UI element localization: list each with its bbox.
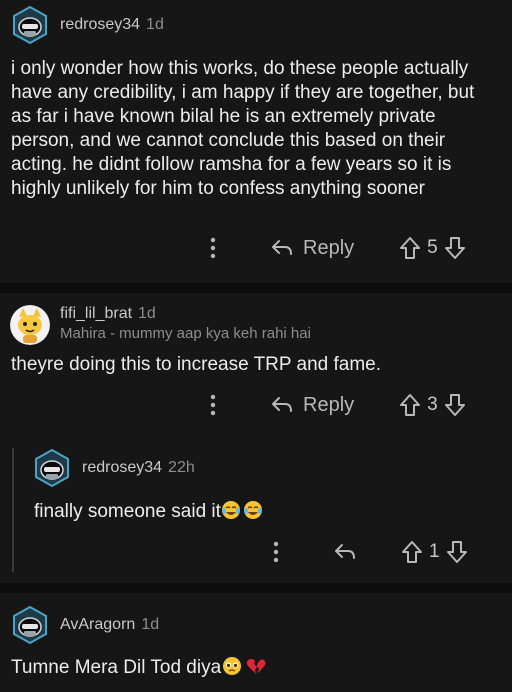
reply-button[interactable]	[334, 542, 356, 562]
upvote-arrow-icon[interactable]	[399, 393, 421, 417]
comment-body: i only wonder how this works, do these p…	[11, 58, 475, 199]
username[interactable]: redrosey34	[60, 16, 140, 34]
user-flair: Mahira - mummy aap kya keh rahi hai	[60, 325, 311, 342]
comment-actions: Reply 5	[205, 236, 466, 260]
comment-header: redrosey34 1d	[10, 5, 164, 45]
reply-button[interactable]: Reply	[271, 394, 354, 417]
cat-avatar-icon	[10, 305, 50, 345]
reply-arrow-icon	[272, 240, 292, 255]
thread-line[interactable]	[12, 448, 14, 572]
timestamp: 1d	[141, 616, 160, 633]
pleading-face-and-broken-heart-emoji-icon	[221, 656, 267, 683]
downvote-arrow-icon[interactable]	[444, 236, 466, 260]
comment-header: fifi_lil_brat 1d Mahira - mummy aap kya …	[10, 305, 311, 345]
username[interactable]: fifi_lil_brat	[60, 305, 132, 323]
comment-body-text: Tumne Mera Dil Tod diya	[11, 657, 222, 678]
snoo-helmet-avatar-icon	[35, 448, 69, 488]
timestamp: 1d	[138, 305, 156, 322]
vote-score: 1	[429, 541, 440, 562]
vertical-dots-icon	[273, 541, 279, 563]
header-text: fifi_lil_brat 1d Mahira - mummy aap kya …	[60, 305, 311, 342]
vote-controls: 1	[401, 540, 468, 564]
upvote-arrow-icon[interactable]	[399, 236, 421, 260]
comment-separator	[0, 583, 512, 593]
comment-body: theyre doing this to increase TRP and fa…	[11, 354, 382, 375]
reply-arrow-icon	[335, 544, 355, 559]
comment-header: AvAragorn 1d	[10, 605, 159, 645]
reply-header: redrosey34 22h	[32, 448, 195, 488]
downvote-arrow-icon[interactable]	[446, 540, 468, 564]
snoo-helmet-avatar-icon	[13, 605, 47, 645]
avatar[interactable]	[10, 305, 50, 345]
vote-score: 5	[427, 237, 438, 258]
reply-body-text: finally someone said it	[34, 501, 221, 522]
comment-fifi-lil-brat: fifi_lil_brat 1d Mahira - mummy aap kya …	[0, 293, 512, 583]
comment-redrosey34-top: redrosey34 1d i only wonder how this wor…	[0, 0, 512, 283]
name-row: fifi_lil_brat 1d	[60, 305, 311, 323]
snoo-helmet-avatar-icon	[13, 5, 47, 45]
vote-controls: 3	[399, 393, 466, 417]
more-options-button[interactable]	[268, 541, 284, 563]
username[interactable]: AvAragorn	[60, 616, 135, 634]
comment-avaragorn: AvAragorn 1d Tumne Mera Dil Tod diya	[0, 593, 512, 692]
more-options-button[interactable]	[205, 394, 221, 416]
upvote-arrow-icon[interactable]	[401, 540, 423, 564]
avatar[interactable]	[32, 448, 72, 488]
timestamp: 22h	[168, 459, 195, 476]
avatar[interactable]	[10, 5, 50, 45]
vote-controls: 5	[399, 236, 466, 260]
comment-body: Tumne Mera Dil Tod diya	[11, 656, 487, 683]
reply-arrow-icon	[272, 397, 292, 412]
tears-of-joy-emoji-icon	[221, 500, 265, 527]
vertical-dots-icon	[210, 394, 216, 416]
reply-body: finally someone said it	[34, 500, 484, 527]
more-options-button[interactable]	[205, 237, 221, 259]
reply-label: Reply	[303, 393, 355, 416]
downvote-arrow-icon[interactable]	[444, 393, 466, 417]
username[interactable]: redrosey34	[82, 459, 162, 477]
reply-label: Reply	[303, 236, 355, 259]
reply-button[interactable]: Reply	[271, 237, 354, 260]
avatar[interactable]	[10, 605, 50, 645]
timestamp: 1d	[146, 16, 164, 33]
comment-separator	[0, 283, 512, 293]
vertical-dots-icon	[210, 237, 216, 259]
comment-actions: Reply 3	[205, 393, 466, 417]
reply-actions: 1	[268, 540, 468, 564]
vote-score: 3	[427, 394, 438, 415]
